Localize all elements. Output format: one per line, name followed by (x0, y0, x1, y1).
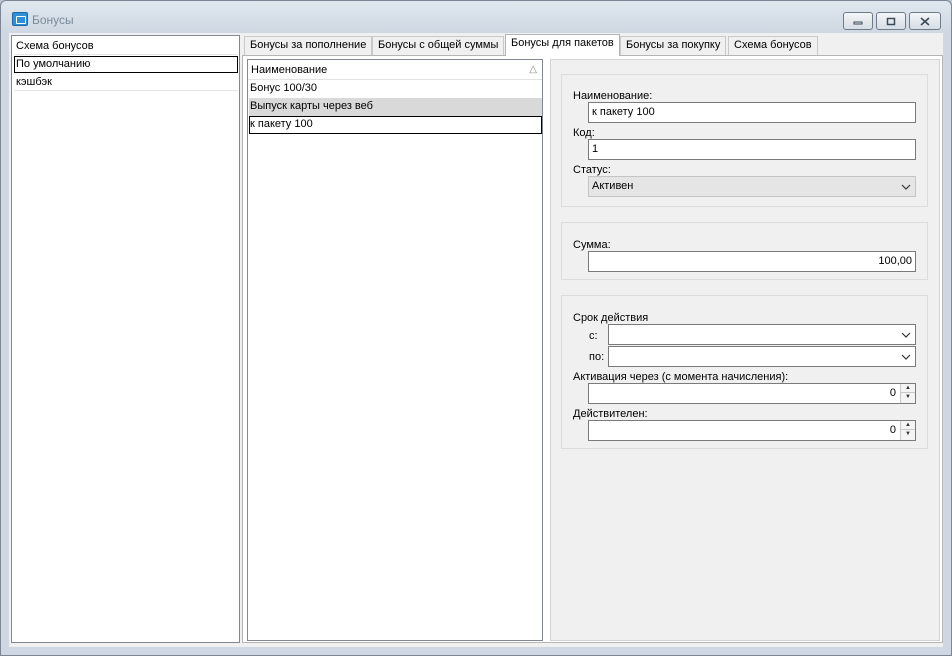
title-bar[interactable]: Бонусы (1, 1, 951, 33)
spinner-buttons[interactable]: ▲ ▼ (900, 384, 915, 403)
date-from-picker[interactable] (608, 324, 916, 345)
client-area: Схема бонусов По умолчанию кэшбэк Бонусы… (9, 33, 943, 647)
bonuses-window: Бонусы Схема бонусов По умолчанию кэшбэк… (0, 0, 952, 656)
chevron-down-icon[interactable] (900, 325, 912, 344)
status-value: Активен (592, 180, 634, 192)
packages-grid[interactable]: Наименование △ Бонус 100/30 Выпуск карты… (247, 59, 543, 641)
close-icon (920, 16, 930, 26)
sort-ascending-icon: △ (529, 64, 537, 75)
sum-field[interactable]: 100,00 (588, 251, 916, 272)
tab-bonus-scheme[interactable]: Схема бонусов (728, 36, 818, 55)
name-label: Наименование: (573, 90, 653, 102)
general-group: Наименование: к пакету 100 Код: 1 Статус… (561, 74, 928, 207)
date-to-picker[interactable] (608, 346, 916, 367)
activation-label: Активация через (с момента начисления): (573, 371, 789, 383)
validity-group: Срок действия с: по: Активация через (с … (561, 295, 928, 449)
to-label: по: (589, 351, 605, 363)
activation-spinner[interactable]: 0 ▲ ▼ (588, 383, 916, 404)
activation-value: 0 (889, 387, 896, 399)
restore-icon (886, 17, 896, 25)
bonus-scheme-list[interactable]: Схема бонусов По умолчанию кэшбэк (11, 35, 240, 643)
chevron-down-icon (900, 177, 912, 196)
validity-label: Срок действия (573, 312, 649, 324)
app-icon (12, 12, 28, 26)
list-item[interactable]: По умолчанию (14, 56, 238, 73)
code-field[interactable]: 1 (588, 139, 916, 160)
valid-value: 0 (889, 424, 896, 436)
minimize-icon (853, 21, 863, 25)
tab-topup-bonuses[interactable]: Бонусы за пополнение (244, 36, 373, 55)
details-panel: Наименование: к пакету 100 Код: 1 Статус… (550, 59, 940, 641)
spin-down-icon[interactable]: ▼ (901, 430, 915, 439)
table-row[interactable]: к пакету 100 (249, 116, 542, 134)
chevron-down-icon[interactable] (900, 347, 912, 366)
list-item[interactable]: кэшбэк (14, 74, 238, 91)
tab-content: Наименование △ Бонус 100/30 Выпуск карты… (242, 55, 943, 643)
close-button[interactable] (909, 12, 941, 30)
sum-group: Сумма: 100,00 (561, 222, 928, 280)
from-label: с: (589, 330, 598, 342)
status-label: Статус: (573, 164, 611, 176)
tab-total-sum-bonuses[interactable]: Бонусы с общей суммы (372, 36, 505, 55)
restore-button[interactable] (876, 12, 906, 30)
window-title: Бонусы (32, 13, 74, 27)
tab-purchase-bonuses[interactable]: Бонусы за покупку (620, 36, 727, 55)
spinner-buttons[interactable]: ▲ ▼ (900, 421, 915, 440)
status-select[interactable]: Активен (588, 176, 916, 197)
minimize-button[interactable] (843, 12, 873, 30)
column-header-label: Наименование (251, 64, 328, 76)
spin-down-icon[interactable]: ▼ (901, 393, 915, 402)
table-row[interactable]: Бонус 100/30 (249, 80, 542, 98)
tab-package-bonuses[interactable]: Бонусы для пакетов (505, 34, 620, 56)
valid-spinner[interactable]: 0 ▲ ▼ (588, 420, 916, 441)
code-label: Код: (573, 127, 595, 139)
column-header-name[interactable]: Наименование △ (248, 60, 542, 80)
table-row[interactable]: Выпуск карты через веб (249, 98, 542, 116)
sum-label: Сумма: (573, 239, 611, 251)
list-item[interactable]: Схема бонусов (14, 38, 238, 55)
valid-label: Действителен: (573, 408, 648, 420)
name-field[interactable]: к пакету 100 (588, 102, 916, 123)
